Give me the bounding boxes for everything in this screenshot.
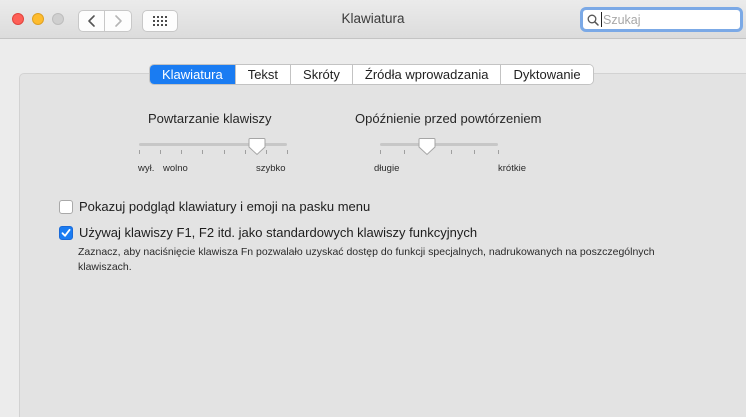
show-viewer-checkbox[interactable] bbox=[59, 199, 73, 214]
slider-tick bbox=[202, 150, 204, 154]
zoom-window-button[interactable] bbox=[52, 13, 64, 25]
show-all-button[interactable] bbox=[142, 10, 178, 32]
slider-tick bbox=[287, 150, 288, 154]
slider-tick bbox=[181, 150, 183, 154]
slider-tick bbox=[403, 150, 405, 154]
key-repeat-fast-label: szybko bbox=[256, 163, 286, 174]
tab-input-sources[interactable]: Źródła wprowadzania bbox=[351, 65, 501, 84]
repeat-delay-slider-knob[interactable] bbox=[418, 137, 436, 156]
chevron-right-icon bbox=[115, 15, 122, 27]
tab-shortcuts[interactable]: Skróty bbox=[290, 65, 352, 84]
title-bar: Klawiatura bbox=[0, 0, 746, 39]
minimize-window-button[interactable] bbox=[32, 13, 44, 25]
forward-button[interactable] bbox=[105, 10, 132, 32]
repeat-delay-title: Opóźnienie przed powtórzeniem bbox=[355, 111, 542, 126]
fn-keys-description: Zaznacz, aby naciśnięcie klawisza Fn poz… bbox=[78, 246, 655, 273]
key-repeat-title: Powtarzanie klawiszy bbox=[148, 111, 272, 126]
grid-icon bbox=[153, 16, 167, 26]
tab-bar: Klawiatura Tekst Skróty Źródła wprowadza… bbox=[149, 64, 594, 85]
tab-keyboard[interactable]: Klawiatura bbox=[150, 65, 235, 84]
magnifier-icon bbox=[587, 14, 599, 26]
tab-text[interactable]: Tekst bbox=[234, 65, 291, 84]
tab-dictation[interactable]: Dyktowanie bbox=[500, 65, 593, 84]
repeat-delay-track[interactable] bbox=[380, 143, 498, 146]
slider-tick bbox=[450, 150, 452, 154]
slider-tick bbox=[498, 150, 499, 154]
slider-tick bbox=[223, 150, 225, 154]
repeat-delay-long-label: długie bbox=[374, 163, 400, 174]
key-repeat-slow-label: wolno bbox=[163, 163, 188, 174]
fn-keys-option[interactable]: Używaj klawiszy F1, F2 itd. jako standar… bbox=[59, 225, 477, 240]
search-field[interactable] bbox=[580, 7, 743, 32]
slider-tick bbox=[244, 150, 246, 154]
slider-tick bbox=[139, 150, 140, 154]
slider-tick bbox=[160, 150, 162, 154]
key-repeat-off-label: wył. bbox=[138, 163, 155, 174]
chevron-left-icon bbox=[87, 15, 95, 27]
search-input[interactable] bbox=[601, 12, 731, 27]
slider-tick bbox=[474, 150, 476, 154]
repeat-delay-short-label: krótkie bbox=[498, 163, 526, 174]
close-window-button[interactable] bbox=[12, 13, 24, 25]
back-button[interactable] bbox=[78, 10, 105, 32]
fn-keys-checkbox[interactable] bbox=[59, 225, 73, 240]
fn-keys-label: Używaj klawiszy F1, F2 itd. jako standar… bbox=[79, 225, 478, 240]
checkmark-icon bbox=[61, 228, 71, 237]
show-viewer-label: Pokazuj podgląd klawiatury i emoji na pa… bbox=[79, 199, 371, 214]
show-viewer-option[interactable]: Pokazuj podgląd klawiatury i emoji na pa… bbox=[59, 199, 370, 214]
key-repeat-slider-knob[interactable] bbox=[248, 137, 266, 156]
slider-tick bbox=[380, 150, 381, 154]
